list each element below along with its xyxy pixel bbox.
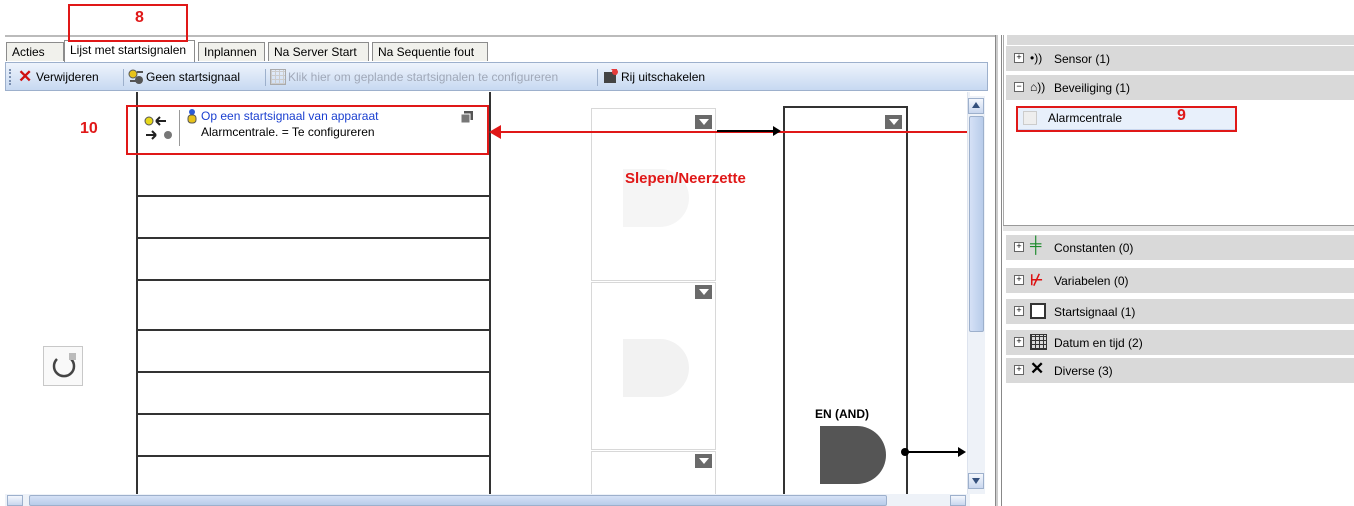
restart-icon[interactable] (43, 346, 83, 386)
tree-item-label: Diverse (3) (1054, 364, 1113, 378)
no-trigger-icon (128, 69, 144, 85)
expand-icon[interactable]: + (1014, 53, 1024, 63)
tree-item-label: Startsignaal (1) (1054, 305, 1136, 319)
callout-label-9: 9 (1177, 107, 1186, 124)
expand-icon[interactable]: + (1014, 242, 1024, 252)
condition-dropdown-icon[interactable] (695, 285, 712, 299)
and-gate-dropdown-icon[interactable] (885, 115, 902, 129)
flow-arrow-line (717, 130, 775, 132)
tree-item-label: Beveiliging (1) (1054, 81, 1131, 95)
tree-item-diverse[interactable]: + ✕ Diverse (3) (1006, 358, 1354, 384)
canvas-vertical-scrollbar[interactable] (967, 96, 985, 494)
no-trigger-button[interactable]: Geen startsignaal (146, 70, 240, 84)
calendar-icon (270, 69, 286, 85)
trigger-row-divider (136, 329, 491, 331)
collapse-icon[interactable]: − (1014, 82, 1024, 92)
callout-box-9 (1016, 106, 1237, 132)
tab-inplannen[interactable]: Inplannen (198, 42, 265, 61)
callout-box-10 (126, 105, 489, 155)
configure-schedule-button[interactable]: Klik hier om geplande startsignalen te c… (288, 70, 558, 84)
toolbar-separator (597, 69, 598, 86)
trigger-icon (1030, 303, 1046, 319)
and-gate-output-line (907, 451, 961, 453)
tab-lijst-met-startsignalen[interactable]: Lijst met startsignalen (64, 40, 195, 62)
collapsed-tree-row (1007, 35, 1354, 45)
and-gate-output-arrow-icon (958, 447, 966, 457)
condition-dropdown-icon[interactable] (695, 115, 712, 129)
constants-icon: ╪ (1030, 237, 1042, 254)
tree-item-label: Constanten (0) (1054, 241, 1134, 255)
horizontal-scrollbar[interactable] (5, 494, 970, 506)
and-gate-icon (820, 426, 886, 484)
tree-item-label: Variabelen (0) (1054, 274, 1129, 288)
scroll-right-button[interactable] (950, 495, 966, 506)
tree-item-sensor[interactable]: + •)) Sensor (1) (1006, 46, 1354, 72)
toolbar-grip (9, 69, 11, 85)
h-scroll-thumb[interactable] (29, 495, 887, 506)
expand-icon[interactable]: + (1014, 275, 1024, 285)
toolbar: ✕ Verwijderen Geen startsignaal Klik hie… (5, 62, 988, 91)
security-icon: ⌂)) (1030, 80, 1046, 94)
toolbar-separator (123, 69, 124, 86)
variables-icon: ⊬ (1030, 272, 1044, 289)
flow-arrow-head-icon (773, 126, 781, 136)
drag-drop-label: Slepen/Neerzette (625, 170, 746, 187)
tree-item-label: Sensor (1) (1054, 52, 1111, 66)
toolbar-separator (265, 69, 266, 86)
expand-icon[interactable]: + (1014, 337, 1024, 347)
and-gate-label: EN (AND) (815, 407, 869, 421)
callout-box-8 (68, 4, 188, 42)
scroll-down-button[interactable] (968, 473, 984, 489)
right-panel-divider (995, 35, 998, 506)
tree-item-beveiliging[interactable]: − ⌂)) Beveiliging (1) (1006, 75, 1354, 101)
trigger-row-divider (136, 371, 491, 373)
tree-item-datum-en-tijd[interactable]: + Datum en tijd (2) (1006, 330, 1354, 356)
trigger-row-divider (136, 455, 491, 457)
sequence-canvas[interactable]: Op een startsignaal van apparaat Alarmce… (5, 92, 970, 494)
delete-button[interactable]: Verwijderen (36, 70, 99, 84)
tab-acties[interactable]: Acties (6, 42, 64, 61)
tree-item-constanten[interactable]: + ╪ Constanten (0) (1006, 235, 1354, 261)
expand-icon[interactable]: + (1014, 365, 1024, 375)
callout-label-8: 8 (135, 9, 144, 26)
condition-dropdown-icon[interactable] (695, 454, 712, 468)
trigger-row-divider (136, 413, 491, 415)
tree-item-variabelen[interactable]: + ⊬ Variabelen (0) (1006, 268, 1354, 294)
callout-label-10: 10 (80, 120, 98, 137)
panel-splitter[interactable] (1003, 225, 1354, 231)
delete-icon: ✕ (18, 67, 33, 86)
tab-na-server-start[interactable]: Na Server Start (268, 42, 369, 61)
scroll-left-button[interactable] (7, 495, 23, 506)
trigger-row-divider (136, 195, 491, 197)
scroll-thumb[interactable] (969, 116, 984, 332)
tree-item-startsignaal[interactable]: + Startsignaal (1) (1006, 299, 1354, 325)
disable-row-button[interactable]: Rij uitschakelen (621, 70, 705, 84)
calendar-icon (1030, 334, 1047, 350)
tree-item-label: Datum en tijd (2) (1054, 336, 1143, 350)
tools-icon: ✕ (1030, 359, 1045, 378)
trigger-row-divider (136, 279, 491, 281)
trigger-row-divider (136, 237, 491, 239)
right-panel-divider-inner (1001, 35, 1002, 506)
drag-arrow-head-icon (489, 125, 501, 139)
and-gate-ghost (623, 339, 689, 397)
disable-row-icon (603, 68, 619, 84)
expand-icon[interactable]: + (1014, 306, 1024, 316)
tab-na-sequentie-fout[interactable]: Na Sequentie fout (372, 42, 488, 61)
scroll-up-button[interactable] (968, 98, 984, 114)
sensor-icon: •)) (1030, 51, 1043, 65)
